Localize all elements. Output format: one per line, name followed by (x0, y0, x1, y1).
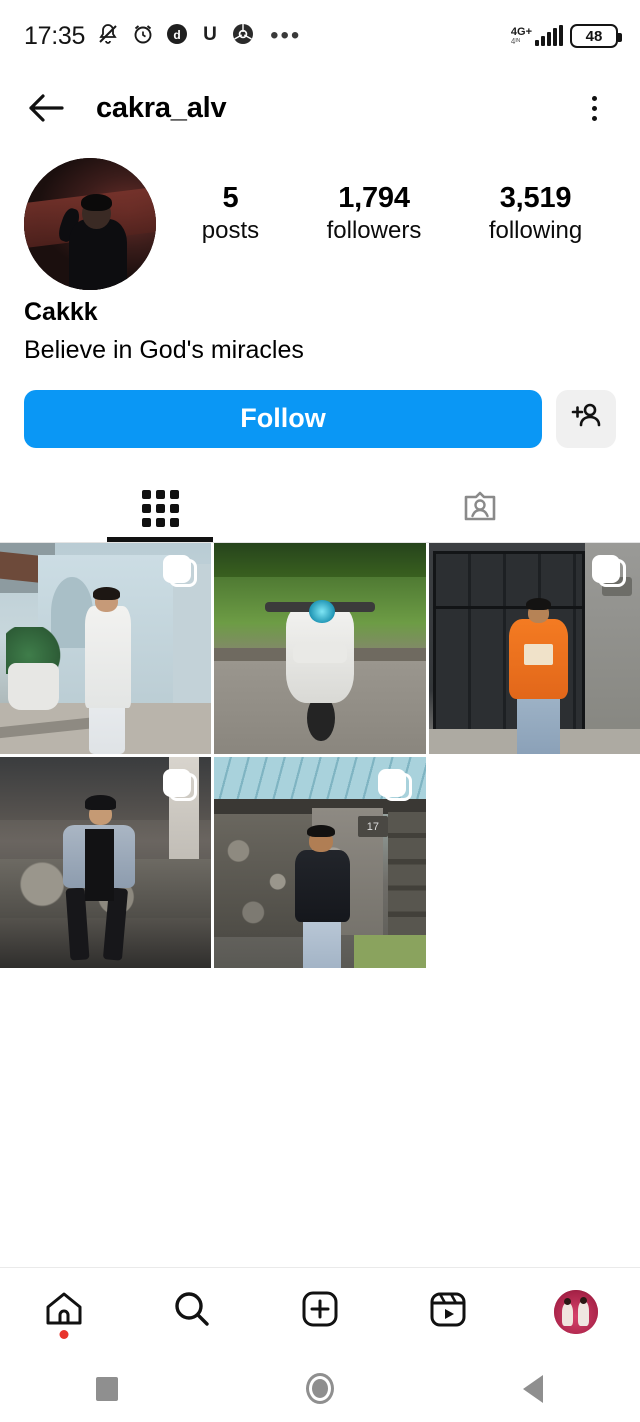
avatar[interactable] (24, 158, 156, 290)
alarm-clock-icon (131, 22, 155, 51)
app-header: cakra_alv (0, 72, 640, 144)
status-bar: 17:35 d U ••• 4G+ 4ᴵᴺ 48 (0, 0, 640, 72)
chrome-icon (232, 23, 254, 50)
house-number-label: 17 (358, 816, 388, 838)
network-type-label: 4G+ 4ᴵᴺ (510, 25, 532, 46)
page-title: cakra_alv (96, 91, 227, 124)
followers-count: 1,794 (338, 182, 410, 215)
bottom-navigation (0, 1267, 640, 1355)
profile-summary: 5 posts 1,794 followers 3,519 following (0, 144, 640, 290)
tagged-person-icon (460, 486, 500, 531)
signal-strength-icon (535, 25, 563, 46)
profile-actions: Follow (0, 368, 640, 448)
circle-icon (305, 1373, 334, 1404)
status-overflow-icon: ••• (270, 22, 302, 49)
posts-grid: 17 (0, 542, 640, 969)
following-count: 3,519 (499, 182, 572, 215)
bio-text: Believe in God's miracles (24, 335, 304, 364)
svg-text:d: d (173, 28, 180, 42)
tab-grid[interactable] (0, 476, 320, 542)
add-person-icon (569, 401, 603, 436)
user-avatar (554, 1289, 598, 1334)
nav-reels[interactable] (408, 1277, 488, 1347)
post-thumbnail[interactable] (428, 542, 640, 755)
following-label: following (488, 217, 583, 245)
reels-icon (426, 1287, 470, 1336)
status-bar-left: 17:35 d U ••• (24, 22, 301, 51)
back-button[interactable] (24, 86, 68, 130)
nav-profile[interactable] (536, 1277, 616, 1347)
home-badge-dot (59, 1329, 69, 1339)
square-icon (95, 1376, 118, 1401)
post-thumbnail[interactable] (214, 542, 426, 755)
search-icon (170, 1287, 214, 1336)
carousel-icon (591, 554, 626, 589)
profile-stats: 5 posts 1,794 followers 3,519 following (156, 182, 616, 266)
posts-label: posts (201, 217, 260, 245)
nav-create[interactable] (280, 1277, 360, 1347)
post-thumbnail[interactable] (0, 757, 212, 969)
tab-tagged[interactable] (320, 476, 640, 542)
triangle-back-icon (523, 1374, 544, 1403)
active-tab-underline (107, 536, 213, 542)
stat-following[interactable]: 3,519 following (489, 182, 582, 248)
stat-followers[interactable]: 1,794 followers (327, 182, 422, 248)
suggested-users-button[interactable] (556, 389, 616, 448)
status-time: 17:35 (24, 21, 86, 50)
carousel-icon (163, 769, 198, 803)
carousel-icon (163, 554, 198, 589)
profile-bio-block: Cakkk Believe in God's miracles (0, 290, 640, 368)
system-back-button[interactable] (488, 1364, 578, 1414)
posts-count: 5 (222, 182, 239, 215)
follow-button[interactable]: Follow (24, 389, 542, 448)
post-thumbnail[interactable] (0, 542, 212, 755)
plus-box-icon (298, 1287, 342, 1336)
profile-tabs (0, 476, 640, 542)
grid-icon (141, 490, 179, 528)
display-name: Cakkk (24, 298, 98, 326)
more-options-button[interactable] (574, 86, 614, 130)
app-d-icon: d (166, 23, 188, 50)
status-bar-right: 4G+ 4ᴵᴺ 48 (510, 24, 622, 48)
nav-home[interactable] (24, 1277, 104, 1347)
stat-posts[interactable]: 5 posts (202, 182, 259, 248)
followers-label: followers (326, 217, 422, 245)
carousel-icon (377, 769, 412, 803)
battery-indicator: 48 (570, 24, 622, 48)
mute-bell-icon (96, 22, 120, 51)
system-navigation-bar (0, 1355, 640, 1422)
grid-empty-cell (428, 757, 640, 969)
post-thumbnail[interactable]: 17 (214, 757, 426, 969)
system-home-button[interactable] (275, 1364, 365, 1414)
svg-text:U: U (203, 24, 217, 45)
app-u-icon: U (199, 23, 221, 50)
nav-search[interactable] (152, 1277, 232, 1347)
system-recents-button[interactable] (62, 1364, 152, 1414)
